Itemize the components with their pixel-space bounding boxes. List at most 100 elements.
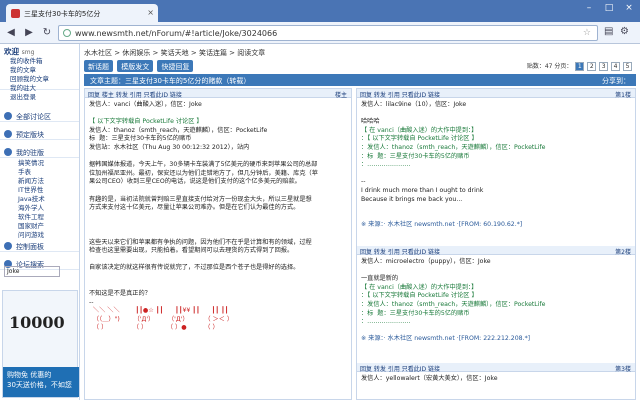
url-field[interactable]: www.newsmth.net/nForum/#!article/Joke/30… <box>58 25 598 41</box>
pager-label: 贴数：47 分页： <box>526 63 573 70</box>
search-input[interactable]: Joke <box>4 266 60 277</box>
post-line: 发信人：lilac9ine（10），信区：Joke <box>361 101 467 108</box>
post-line <box>89 281 347 290</box>
post-actions[interactable]: 回复 转发 引用 只看此ID 链接 第3楼 <box>357 363 635 373</box>
pagination: 贴数：47 分页： 1 2 3 4 5 <box>527 61 632 71</box>
sidebar-section-my-boards[interactable]: 我的驻版 <box>0 146 79 158</box>
browser-tab-strip: 三星支付30卡车的5亿分 × – □ × <box>0 0 640 22</box>
post-actions[interactable]: 回复 转发 引用 只看此ID 链接 第1楼 <box>357 89 635 99</box>
post-line: 自家该决定的就这样很有传说就完了，不过那位是西个苍子也是得好的选择。 <box>89 264 300 272</box>
share-label[interactable]: 分享到： <box>602 76 630 86</box>
sidebar-section-subscribed[interactable]: 预定版块 <box>0 128 79 140</box>
post-line: ：发信人：thanoz（smth_reach，天遊麒麟），信区：PocketLi… <box>361 300 546 308</box>
sidebar-board-item[interactable]: 海外学人 <box>0 204 79 213</box>
post-line: Because it brings me back you... <box>361 195 463 203</box>
sidebar-section-all-boards[interactable]: 全部讨论区 <box>0 110 79 122</box>
welcome-user: smg <box>21 49 35 56</box>
post-floor: 第1楼 <box>615 92 631 99</box>
post-body: 发信人：lilac9ine（10），信区：Joke 哈哈哈【 在 vanci（曲… <box>357 98 635 246</box>
new-topic-button[interactable]: 新话题 <box>84 60 113 72</box>
home-icon <box>4 112 12 120</box>
close-window-icon[interactable]: × <box>620 2 638 14</box>
star-icon <box>4 130 12 138</box>
page-3[interactable]: 3 <box>599 62 609 71</box>
post-line <box>89 273 347 282</box>
sidebar-board-item[interactable]: 搞笑情况 <box>0 159 79 168</box>
page-1[interactable]: 1 <box>575 62 585 71</box>
post-actions-text[interactable]: 回复 楼主 转发 引用 只看此ID 链接 <box>88 92 182 99</box>
ad-banner[interactable]: 10000 购物免 优惠的 30天送价格，不如您 <box>2 290 79 398</box>
ad-caption: 购物免 优惠的 30天送价格，不如您 <box>3 367 79 397</box>
sidebar-link-my-articles[interactable]: 我的文章 <box>4 66 79 75</box>
post-line: ：………………… <box>361 161 411 169</box>
site-favicon-icon <box>11 9 20 18</box>
template-post-button[interactable]: 模版发文 <box>117 60 154 72</box>
sidebar-control-panel[interactable]: 控制面板 <box>0 240 79 252</box>
post-line: -- <box>89 298 94 306</box>
address-bar: ◀ ▶ ↻ www.newsmth.net/nForum/#!article/J… <box>0 22 640 44</box>
sidebar-section-label: 我的驻版 <box>16 149 44 157</box>
post-line <box>89 153 347 162</box>
post-line <box>361 204 631 213</box>
post-line <box>89 221 347 230</box>
sidebar-board-item[interactable]: Java技术 <box>0 195 79 204</box>
post-line: -- <box>361 178 366 186</box>
post-line: ：………………… <box>361 318 411 326</box>
sidebar-board-item[interactable]: IT世界性 <box>0 186 79 195</box>
article-title: 文章主题：三星支付30卡车的5亿分的赌款（转载） <box>90 77 251 85</box>
post-line: 【 以下文字转载自 PocketLife 讨论区 】 <box>89 118 203 126</box>
main-content: 水木社区 > 休闲娱乐 > 笑话天地 > 笑话连篇 > 阅读文章 新话题 模版发… <box>80 44 640 400</box>
post-line: 发信人：microelectro（puppy），信区：Joke <box>361 258 491 265</box>
post-line <box>89 230 347 239</box>
back-icon[interactable]: ◀ <box>4 26 18 40</box>
close-tab-icon[interactable]: × <box>147 8 154 17</box>
post-actions-text[interactable]: 回复 转发 引用 只看此ID 链接 <box>360 366 440 373</box>
board-list: 搞笑情况 手表 新闻方法 IT世界性 Java技术 海外学人 软件工程 国家财产… <box>0 158 79 240</box>
post-body: 发信人：microelectro（puppy），信区：Joke 一直就是新的【 … <box>357 255 635 363</box>
forward-icon[interactable]: ▶ <box>22 26 36 40</box>
post-line: （ ） （ ） （ ）● （ ） <box>89 324 219 332</box>
welcome-label: 欢迎 <box>4 47 19 56</box>
page-4[interactable]: 4 <box>611 62 621 71</box>
page-menu-icon[interactable]: ▤ <box>604 26 613 37</box>
ad-line: 购物免 优惠的 <box>7 371 52 379</box>
post-actions[interactable]: 回复 转发 引用 只看此ID 链接 第2楼 <box>357 246 635 256</box>
folder-icon <box>4 148 12 156</box>
post-actions-text[interactable]: 回复 转发 引用 只看此ID 链接 <box>360 92 440 99</box>
sidebar-board-item[interactable]: 新闻方法 <box>0 177 79 186</box>
post-line: 一直就是新的 <box>361 275 399 283</box>
post-line: 发信人：vanci（曲酸入迷），信区：Joke <box>89 101 202 108</box>
sidebar-board-item[interactable]: 软件工程 <box>0 213 79 222</box>
sidebar-section-label: 全部讨论区 <box>16 113 51 121</box>
browser-tab[interactable]: 三星支付30卡车的5亿分 × <box>6 4 158 22</box>
sidebar-link-inbox[interactable]: 我的收件箱 <box>4 57 79 66</box>
article-title-bar: 文章主题：三星支付30卡车的5亿分的赌款（转载） 分享到： <box>84 74 636 86</box>
quick-reply-button[interactable]: 快捷回复 <box>157 60 194 72</box>
sidebar-board-item[interactable]: 问问游戏 <box>0 231 79 240</box>
post-line: ：【 以下文字转载自 PocketLife 讨论区 】 <box>361 292 478 300</box>
post-actions[interactable]: 回复 楼主 转发 引用 只看此ID 链接 楼主 <box>85 89 351 99</box>
post-column-left: 回复 楼主 转发 引用 只看此ID 链接 楼主 发信人：vanci（曲酸入迷），… <box>84 88 352 400</box>
wrench-icon[interactable]: ⚙ <box>620 26 629 37</box>
page-2[interactable]: 2 <box>587 62 597 71</box>
sidebar-link-review[interactable]: 回顾我的文章 <box>4 75 79 84</box>
post-line <box>89 213 347 222</box>
post-line <box>89 110 347 119</box>
page-5[interactable]: 5 <box>623 62 632 71</box>
minimize-icon[interactable]: – <box>580 2 598 14</box>
breadcrumb[interactable]: 水木社区 > 休闲娱乐 > 笑话天地 > 笑话连篇 > 阅读文章 <box>84 48 265 58</box>
sidebar-section-label: 预定版块 <box>16 131 44 139</box>
post-actions-text[interactable]: 回复 转发 引用 只看此ID 链接 <box>360 249 440 256</box>
post-body: 发信人：vanci（曲酸入迷），信区：Joke 【 以下文字转载自 Pocket… <box>85 98 351 336</box>
sidebar-board-item[interactable]: 手表 <box>0 168 79 177</box>
reload-icon[interactable]: ↻ <box>40 26 54 40</box>
post-line: 据韩国媒体报道，今天上午，30多辆卡车装满了5亿美元的硬币来到苹果公司的总部 <box>89 161 318 169</box>
post-line: 发信站：水木社区（Thu Aug 30 00:12:32 2012），站内 <box>89 143 250 151</box>
url-text: www.newsmth.net/nForum/#!article/Joke/30… <box>75 29 278 38</box>
bookmark-star-icon[interactable]: ☆ <box>583 28 591 38</box>
sidebar-board-item[interactable]: 国家财产 <box>0 222 79 231</box>
post-line <box>89 187 347 196</box>
post-line <box>89 256 347 265</box>
post-line <box>361 110 631 119</box>
maximize-icon[interactable]: □ <box>600 2 618 14</box>
